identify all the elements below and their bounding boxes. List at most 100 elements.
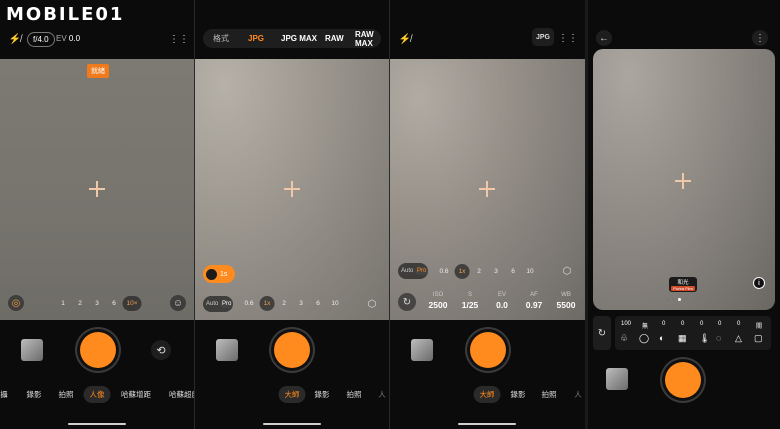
filter-label: 和光 Portra Film (669, 277, 697, 292)
viewfinder[interactable]: 1s Auto Pro 0.6 1x 2 3 6 10 ⬡ (195, 59, 389, 320)
setting-iso[interactable]: ISO 2500 (429, 292, 448, 310)
mode-hasselblad-tele[interactable]: 哈蘇增距 (121, 389, 151, 400)
focus-crosshair (89, 181, 105, 197)
focus-crosshair (479, 181, 495, 197)
mode-fragment[interactable]: 攝 (0, 389, 8, 400)
adj-value-8: 關 (756, 324, 763, 330)
more-options-icon[interactable]: ⋮ (752, 30, 768, 46)
filter-preview[interactable]: 和光 Portra Film i (593, 49, 775, 310)
zoom-6[interactable]: 6 (112, 300, 116, 307)
timer-icon (206, 268, 217, 280)
saturation-icon[interactable]: ◌ (716, 333, 721, 343)
zoom-2[interactable]: 2 (78, 300, 82, 307)
contrast-icon[interactable]: ◐ (659, 333, 664, 343)
format-jpg-max[interactable]: JPG MAX (281, 34, 317, 43)
viewfinder[interactable]: 就緒 ◎ 1 2 3 6 10× ☺ (0, 59, 194, 320)
switch-camera-icon[interactable]: ⟲ (151, 340, 171, 360)
ready-badge: 就緒 (87, 64, 109, 78)
adj-value-7: 0 (737, 321, 741, 327)
grid-menu-icon[interactable]: ⋮⋮ (558, 31, 578, 45)
zoom-selector[interactable]: 0.6 1x 2 3 6 10 (195, 296, 389, 311)
info-icon[interactable]: i (753, 277, 765, 289)
shutter-button[interactable] (80, 332, 116, 368)
zoom-0-6[interactable]: 0.6 (244, 300, 253, 307)
flash-off-icon[interactable]: ⚡̸ (398, 32, 412, 46)
ev-indicator[interactable]: EV 0.0 (56, 34, 80, 43)
timer-badge[interactable]: 1s (203, 265, 235, 283)
beauty-icon[interactable]: ☺ (170, 295, 186, 311)
gallery-thumbnail[interactable] (606, 368, 628, 390)
home-indicator (263, 423, 321, 425)
reset-icon[interactable]: ↻ (398, 293, 416, 311)
sharpness-icon[interactable]: △ (735, 333, 742, 344)
lens-cube-icon[interactable]: ⬡ (365, 296, 379, 312)
format-raw[interactable]: RAW (325, 34, 344, 43)
gallery-thumbnail[interactable] (216, 339, 238, 361)
adj-value-4: 0 (681, 321, 685, 327)
zoom-1x[interactable]: 1x (259, 296, 275, 311)
mode-photo[interactable]: 拍照 (59, 389, 74, 400)
setting-ev[interactable]: EV 0.0 (496, 292, 508, 310)
shutter-button[interactable] (274, 332, 310, 368)
zoom-selector[interactable]: 1 2 3 6 10× (0, 296, 194, 311)
setting-af[interactable]: AF 0.97 (526, 292, 543, 310)
mode-video[interactable]: 錄影 (27, 389, 42, 400)
page-dots (666, 298, 699, 301)
zoom-10[interactable]: 10× (122, 296, 142, 311)
adj-value-2: 無 (642, 324, 649, 330)
format-jpg[interactable]: JPG (248, 34, 264, 43)
home-indicator (458, 423, 516, 425)
back-arrow-icon[interactable]: ← (596, 30, 612, 46)
format-tabs[interactable]: 格式 JPG JPG MAX RAW RAW MAX (203, 29, 381, 48)
vignette-icon[interactable]: ◯ (639, 333, 649, 344)
setting-shutter[interactable]: S 1/25 (462, 292, 479, 310)
adj-value-3: 0 (662, 321, 666, 327)
shutter-button[interactable] (665, 362, 701, 398)
adj-value-1: 100 (621, 321, 632, 327)
adjustment-panel[interactable]: 100 無 0 0 0 0 0 關 ♧ ◯ ◐ ▦ 🌡 ◌ △ ▢ (615, 316, 771, 350)
zoom-6[interactable]: 6 (511, 268, 515, 275)
reset-icon[interactable]: ↻ (593, 316, 611, 350)
zoom-6[interactable]: 6 (316, 300, 320, 307)
shutter-button[interactable] (470, 332, 506, 368)
camera-filter-screen: ← ⋮ 和光 Portra Film i ↻ 100 無 0 0 0 0 0 關… (588, 0, 780, 429)
mode-portrait-fragment[interactable]: 人 (574, 389, 582, 400)
flash-off-icon[interactable]: ⚡̸ (8, 32, 22, 46)
temperature-icon[interactable]: 🌡 (699, 333, 710, 344)
camera-master-format-screen: 格式 JPG JPG MAX RAW RAW MAX 1s Auto Pro 0… (195, 0, 389, 429)
aperture-badge[interactable]: f/4.0 (27, 32, 55, 47)
intensity-icon[interactable]: ♧ (620, 333, 628, 344)
mode-photo[interactable]: 拍照 (542, 389, 557, 400)
mode-portrait-fragment[interactable]: 人 (378, 389, 386, 400)
viewfinder[interactable]: Auto Pro 0.6 1x 2 3 6 10 ⬡ ↻ (390, 59, 585, 320)
gallery-thumbnail[interactable] (21, 339, 43, 361)
mode-hasselblad-wide[interactable]: 哈蘇超廣 (169, 389, 194, 400)
zoom-10[interactable]: 10 (526, 268, 533, 275)
zoom-1[interactable]: 1 (61, 300, 65, 307)
mode-video[interactable]: 錄影 (315, 389, 330, 400)
gallery-thumbnail[interactable] (411, 339, 433, 361)
zoom-3[interactable]: 3 (494, 268, 498, 275)
home-indicator (68, 423, 126, 425)
setting-wb[interactable]: WB 5500 (557, 292, 576, 310)
mode-master[interactable]: 大師 (278, 386, 306, 403)
zoom-0-6[interactable]: 0.6 (439, 268, 448, 275)
grid-menu-icon[interactable]: ⋮⋮ (169, 32, 189, 46)
zoom-3[interactable]: 3 (95, 300, 99, 307)
mode-portrait[interactable]: 人像 (83, 386, 111, 403)
zoom-2[interactable]: 2 (282, 300, 286, 307)
border-icon[interactable]: ▢ (754, 333, 763, 344)
mode-master[interactable]: 大師 (473, 386, 501, 403)
mode-video[interactable]: 錄影 (511, 389, 526, 400)
focus-crosshair (675, 173, 691, 189)
format-raw-max[interactable]: RAW MAX (355, 30, 381, 48)
zoom-3[interactable]: 3 (299, 300, 303, 307)
zoom-1x[interactable]: 1x (454, 264, 470, 279)
format-button[interactable]: JPG (532, 28, 554, 46)
grain-icon[interactable]: ▦ (678, 333, 687, 344)
zoom-selector[interactable]: 0.6 1x 2 3 6 10 (390, 264, 585, 279)
zoom-2[interactable]: 2 (477, 268, 481, 275)
lens-cube-icon[interactable]: ⬡ (560, 263, 574, 279)
mode-photo[interactable]: 拍照 (347, 389, 362, 400)
zoom-10[interactable]: 10 (331, 300, 338, 307)
